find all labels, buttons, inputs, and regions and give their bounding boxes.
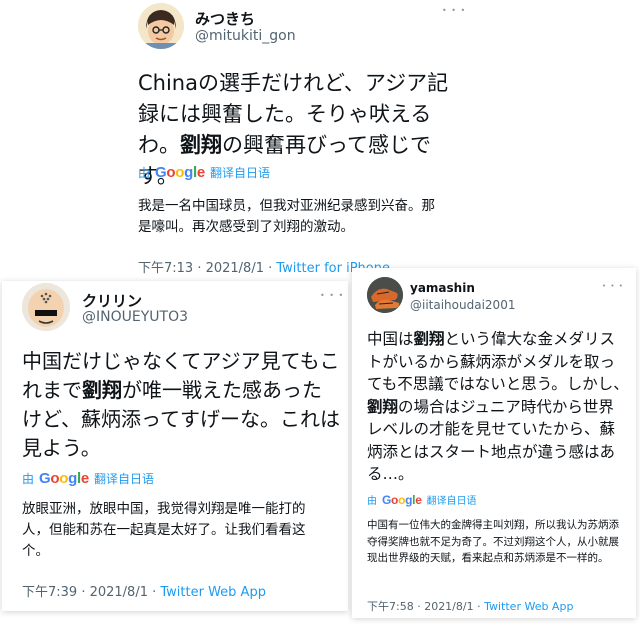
google-logo-letter: o bbox=[175, 164, 185, 181]
tweet-text: 中国は劉翔という偉大な金メダリストがいるから蘇炳添がメダルを取っても不思議ではな… bbox=[367, 328, 629, 486]
google-logo-letter: G bbox=[39, 470, 51, 487]
more-options-icon[interactable]: • • • bbox=[320, 291, 344, 300]
translate-label: 翻译自日语 bbox=[209, 166, 270, 180]
translate-label: 翻译自日语 bbox=[426, 496, 477, 507]
user-handle[interactable]: @INOUEYUTO3 bbox=[82, 309, 188, 325]
google-logo-letters: Google bbox=[382, 493, 422, 507]
translated-by-label: 由 bbox=[138, 166, 151, 180]
bold-name: 劉翔 bbox=[180, 133, 222, 157]
translated-text: 中国有一位伟大的金牌得主叫刘翔，所以我认为苏炳添夺得奖牌也就不足为奇了。不过刘翔… bbox=[367, 519, 619, 564]
tweet-card-3: yamashin @iitaihoudai2001 • • • 中国は劉翔という… bbox=[352, 268, 636, 618]
translate-attribution[interactable]: 由 Google 翻译自日语 bbox=[22, 470, 154, 487]
more-options-icon[interactable]: • • • bbox=[442, 6, 466, 15]
timestamp[interactable]: 下午7:58 · 2021/8/1 · bbox=[367, 600, 484, 613]
bald-cartoon-face-icon bbox=[22, 283, 70, 331]
tweet-card-2: クリリン @INOUEYUTO3 • • • 中国だけじゃなくてアジア見てもこれ… bbox=[2, 281, 348, 611]
google-logo-letter: g bbox=[184, 164, 194, 181]
translate-attribution[interactable]: 由 Google 翻译自日语 bbox=[138, 164, 270, 181]
translated-by-label: 由 bbox=[367, 496, 377, 507]
tweet-source-link[interactable]: Twitter Web App bbox=[160, 585, 266, 600]
google-logo-letter: o bbox=[59, 470, 69, 487]
avatar[interactable] bbox=[22, 283, 70, 331]
google-logo: Google bbox=[39, 470, 89, 487]
google-logo-letter: o bbox=[50, 470, 60, 487]
avatar[interactable] bbox=[138, 3, 184, 49]
display-name[interactable]: みつきち bbox=[195, 8, 255, 29]
tweet-metadata: 下午7:39 · 2021/8/1 · Twitter Web App bbox=[22, 581, 266, 600]
display-name[interactable]: クリリン bbox=[82, 290, 142, 311]
google-logo: Google bbox=[155, 164, 205, 181]
tweet-text-part: 中国は bbox=[367, 330, 414, 348]
google-logo-letter: g bbox=[68, 470, 78, 487]
display-name[interactable]: yamashin bbox=[410, 281, 475, 295]
tweet-card-1: みつきち @mitukiti_gon • • • Chinaの選手だけれど、アジ… bbox=[120, 0, 492, 282]
timestamp[interactable]: 下午7:13 · 2021/8/1 · bbox=[138, 261, 276, 276]
google-logo-letters: Google bbox=[155, 164, 205, 181]
timestamp[interactable]: 下午7:39 · 2021/8/1 · bbox=[22, 585, 160, 600]
translated-text: 我是一名中国球员，但我对亚洲纪录感到兴奋。那是嚎叫。再次感受到了刘翔的激动。 bbox=[138, 198, 435, 235]
google-logo-letter: o bbox=[166, 164, 176, 181]
google-logo-letter: e bbox=[196, 164, 205, 181]
google-logo-letter: e bbox=[415, 492, 422, 507]
tweet-metadata: 下午7:58 · 2021/8/1 · Twitter Web App bbox=[367, 598, 573, 614]
translate-label: 翻译自日语 bbox=[93, 472, 154, 486]
user-handle[interactable]: @iitaihoudai2001 bbox=[410, 298, 515, 312]
more-options-icon[interactable]: • • • bbox=[602, 282, 624, 290]
google-logo-letter: G bbox=[382, 492, 392, 507]
bold-name: 劉翔 bbox=[367, 397, 399, 416]
google-logo-letter: e bbox=[80, 470, 89, 487]
tweet-text-part: の場合はジュニア時代から世界レベルの才能を見せていたから、蘇炳添とはスタート地点… bbox=[367, 397, 616, 484]
cartoon-face-icon bbox=[138, 3, 184, 49]
user-handle[interactable]: @mitukiti_gon bbox=[195, 28, 296, 44]
google-logo-letters: Google bbox=[39, 470, 89, 487]
translate-attribution[interactable]: 由 Google 翻译自日语 bbox=[367, 492, 477, 508]
google-logo: Google bbox=[382, 493, 422, 507]
google-logo-letter: G bbox=[155, 164, 167, 181]
bold-name: 劉翔 bbox=[413, 330, 445, 348]
tweet-source-link[interactable]: Twitter Web App bbox=[484, 600, 573, 613]
translated-text: 放眼亚洲，放眼中国，我觉得刘翔是唯一能打的人，但能和苏在一起真是太好了。让我们看… bbox=[22, 501, 306, 559]
bold-name: 劉翔 bbox=[82, 378, 122, 402]
shoes-photo-icon bbox=[367, 277, 403, 313]
avatar[interactable] bbox=[367, 277, 403, 313]
translated-by-label: 由 bbox=[22, 472, 35, 486]
tweet-text: 中国だけじゃなくてアジア見てもこれまで劉翔が唯一戦えた感あったけど、蘇炳添ってす… bbox=[22, 347, 340, 463]
